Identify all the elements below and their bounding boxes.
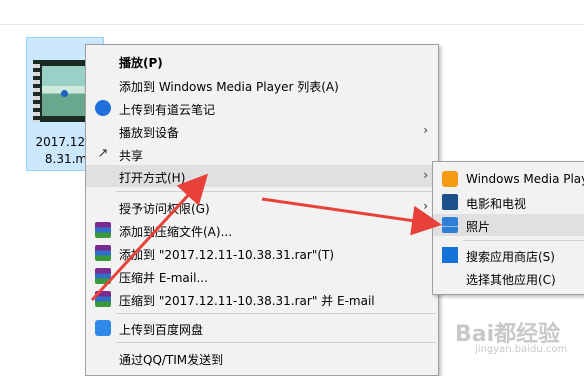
menu-item-add-to-wmp[interactable]: 添加到 Windows Media Player 列表(A) — [86, 74, 438, 96]
submenu-item-label: 照片 — [466, 220, 491, 234]
submenu-item-label: Windows Media Player — [466, 172, 584, 186]
store-icon — [442, 247, 458, 263]
menu-item-add-to-archive[interactable]: 添加到压缩文件(A)... — [86, 219, 438, 241]
menu-separator — [116, 313, 436, 314]
menu-separator — [116, 191, 436, 192]
context-menu: 播放(P) 添加到 Windows Media Player 列表(A) 上传到… — [85, 44, 439, 376]
menu-separator — [116, 342, 436, 343]
menu-item-label: 上传到百度网盘 — [119, 323, 204, 337]
windows-media-player-icon — [442, 171, 458, 187]
winrar-icon — [95, 222, 111, 238]
winrar-icon — [95, 245, 111, 261]
menu-item-label: 上传到有道云笔记 — [119, 103, 216, 117]
menu-item-label: 添加到 "2017.12.11-10.38.31.rar"(T) — [119, 248, 335, 262]
film-strip-left — [33, 60, 40, 122]
submenu-item-movies-tv[interactable]: 电影和电视 — [433, 191, 584, 213]
submenu-item-label: 电影和电视 — [466, 197, 527, 211]
menu-item-label: 播放(P) — [119, 56, 163, 70]
winrar-icon — [95, 268, 111, 284]
submenu-item-choose-other-app[interactable]: 选择其他应用(C) — [433, 267, 584, 289]
menu-item-send-via-qq[interactable]: 通过QQ/TIM发送到 — [86, 347, 438, 369]
chevron-right-icon: › — [423, 123, 428, 137]
movies-tv-icon — [442, 194, 458, 210]
baidu-jingyan-watermark-url: jingyan.baidu.com — [475, 344, 568, 355]
youdao-note-icon — [95, 100, 111, 116]
menu-item-compress-email[interactable]: 压缩并 E-mail... — [86, 265, 438, 287]
open-with-submenu: Windows Media Player 电影和电视 照片 搜索应用商店(S) … — [432, 161, 584, 295]
menu-item-label: 添加到压缩文件(A)... — [119, 225, 233, 239]
share-icon: ↗ — [97, 146, 109, 161]
menu-item-open-with[interactable]: 打开方式(H) › — [86, 165, 438, 187]
menu-item-label: 通过QQ/TIM发送到 — [119, 353, 224, 367]
submenu-item-photos[interactable]: 照片 — [433, 214, 584, 236]
submenu-item-search-store[interactable]: 搜索应用商店(S) — [433, 244, 584, 266]
menu-item-label: 打开方式(H) — [119, 171, 186, 185]
menu-item-label: 授予访问权限(G) — [119, 202, 210, 216]
chevron-right-icon: › — [423, 199, 428, 213]
thumbnail-dot — [61, 90, 68, 97]
chevron-right-icon: › — [423, 168, 428, 182]
photos-icon — [442, 217, 458, 233]
submenu-item-label: 搜索应用商店(S) — [466, 250, 555, 264]
menu-item-add-to-rar[interactable]: 添加到 "2017.12.11-10.38.31.rar"(T) — [86, 242, 438, 264]
menu-item-label: 压缩到 "2017.12.11-10.38.31.rar" 并 E-mail — [119, 294, 375, 308]
menu-item-cast-to-device[interactable]: 播放到设备 › — [86, 120, 438, 142]
winrar-icon — [95, 291, 111, 307]
menu-item-share[interactable]: ↗ 共享 — [86, 143, 438, 165]
menu-item-compress-rar-email[interactable]: 压缩到 "2017.12.11-10.38.31.rar" 并 E-mail — [86, 288, 438, 310]
submenu-separator — [463, 240, 584, 241]
menu-item-label: 添加到 Windows Media Player 列表(A) — [119, 80, 339, 94]
menu-item-label: 播放到设备 — [119, 126, 180, 140]
menu-item-label: 共享 — [119, 149, 144, 163]
menu-item-label: 压缩并 E-mail... — [119, 271, 208, 285]
menu-item-grant-access[interactable]: 授予访问权限(G) › — [86, 196, 438, 218]
baidu-netdisk-icon — [95, 320, 111, 336]
explorer-top-strip — [0, 0, 584, 25]
menu-item-youdao[interactable]: 上传到有道云笔记 — [86, 97, 438, 119]
menu-item-baidu-netdisk[interactable]: 上传到百度网盘 — [86, 317, 438, 339]
submenu-item-label: 选择其他应用(C) — [466, 273, 556, 287]
menu-item-play[interactable]: 播放(P) — [86, 50, 438, 72]
submenu-item-wmp[interactable]: Windows Media Player — [433, 168, 584, 190]
